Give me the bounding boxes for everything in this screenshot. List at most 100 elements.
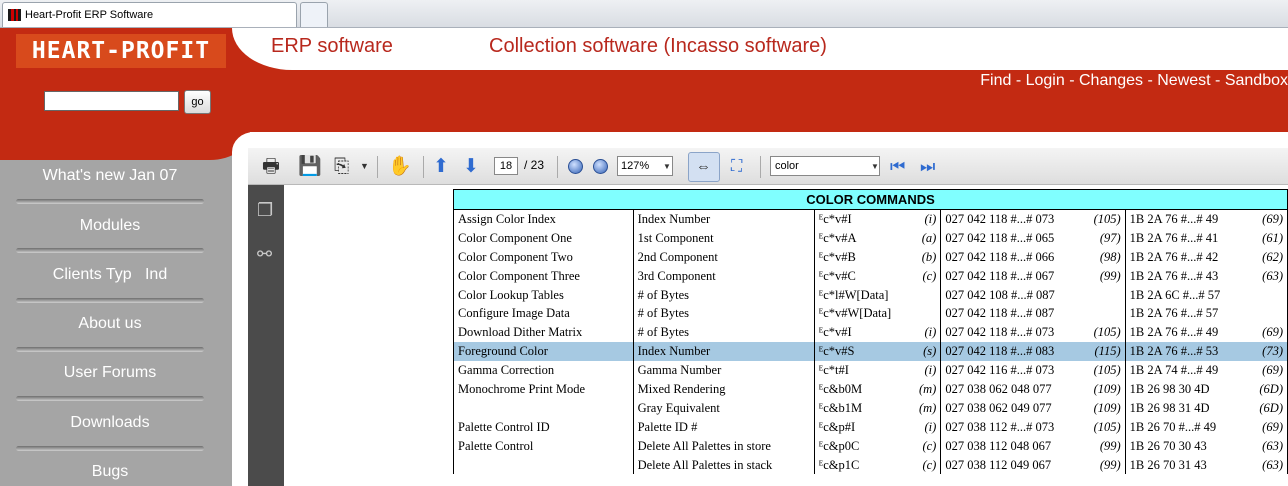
changes-link[interactable]: Changes bbox=[1079, 72, 1143, 89]
sidebar-item-bugs[interactable]: Bugs bbox=[0, 463, 220, 481]
hex-char-cell: (63) bbox=[1246, 266, 1288, 286]
parameter-cell: Mixed Rendering bbox=[632, 380, 815, 399]
browser-tab-bar: Heart-Profit ERP Software bbox=[0, 0, 1288, 28]
hex-cell: 1B 2A 76 #...# 53 bbox=[1124, 342, 1247, 362]
table-row: Color Component One 1st Component ᴱc*v#A (a… bbox=[453, 228, 1288, 248]
previous-page-icon[interactable]: ⬆ bbox=[433, 148, 449, 185]
escape-sequence-cell: ᴱc*v#W[Data] bbox=[813, 304, 908, 324]
decimal-cell: 027 038 112 #...# 073 bbox=[940, 417, 1084, 437]
sidebar-item-downloads[interactable]: Downloads bbox=[0, 414, 220, 432]
table-row: Foreground Color Index Number ᴱc*v#S (s) 027… bbox=[453, 342, 1288, 362]
header-curve bbox=[0, 132, 250, 160]
new-tab-button[interactable] bbox=[300, 2, 328, 27]
share-icon[interactable]: ⎘ bbox=[334, 148, 349, 185]
save-icon[interactable]: 💾 bbox=[298, 148, 322, 185]
browser-tab-title: Heart-Profit ERP Software bbox=[25, 9, 154, 21]
parameter-cell: # of Bytes bbox=[632, 304, 815, 324]
dropdown-arrow-icon[interactable]: ▼ bbox=[360, 148, 369, 185]
browser-tab-active[interactable]: Heart-Profit ERP Software bbox=[2, 2, 297, 27]
function-cell: Palette Control ID bbox=[453, 417, 634, 437]
parameter-cell: 2nd Component bbox=[632, 247, 815, 267]
sidebar-item-about-us[interactable]: About us bbox=[0, 315, 220, 333]
find-link[interactable]: Find bbox=[980, 72, 1011, 89]
comment-icon[interactable]: ✋ bbox=[388, 148, 412, 185]
decimal-cell: 027 042 118 #...# 073 bbox=[940, 323, 1084, 343]
zoom-in-icon[interactable] bbox=[593, 159, 608, 174]
find-dropdown-icon[interactable]: ▼ bbox=[871, 148, 879, 185]
sidebar-divider bbox=[16, 248, 204, 253]
toolbar-divider bbox=[760, 156, 761, 178]
hex-char-cell: (6D) bbox=[1246, 398, 1288, 418]
sidebar-item-user-forums[interactable]: User Forums bbox=[0, 364, 220, 382]
parameter-cell: # of Bytes bbox=[632, 285, 815, 305]
nav-separator: - bbox=[1210, 72, 1225, 89]
decimal-cell: 027 042 118 #...# 073 bbox=[940, 209, 1084, 229]
table-title: COLOR COMMANDS bbox=[453, 189, 1288, 210]
hex-cell: 1B 2A 76 #...# 49 bbox=[1124, 323, 1247, 343]
site-favicon-icon bbox=[8, 9, 21, 21]
sandbox-link[interactable]: Sandbox bbox=[1225, 72, 1288, 89]
page-number-input[interactable] bbox=[494, 157, 518, 175]
site-logo[interactable]: HEART-PROFIT bbox=[16, 34, 226, 68]
pdf-side-panel bbox=[248, 185, 284, 486]
site-search-input[interactable] bbox=[44, 91, 179, 111]
newest-link[interactable]: Newest bbox=[1157, 72, 1210, 89]
decimal-char-cell: (109) bbox=[1083, 398, 1126, 418]
login-link[interactable]: Login bbox=[1026, 72, 1065, 89]
print-icon[interactable]: 🖶 bbox=[262, 148, 280, 185]
sidebar-item-whats-new[interactable]: What's new Jan 07 bbox=[0, 167, 220, 185]
next-page-icon[interactable]: ⬇ bbox=[463, 148, 479, 185]
sidebar-divider bbox=[16, 446, 204, 451]
pages-panel-icon[interactable]: ❐ bbox=[257, 200, 273, 221]
function-cell: Color Lookup Tables bbox=[453, 285, 634, 305]
decimal-char-cell: (109) bbox=[1083, 380, 1126, 399]
zoom-dropdown-icon[interactable]: ▼ bbox=[663, 148, 671, 185]
decimal-cell: 027 038 112 049 067 bbox=[940, 455, 1084, 475]
find-next-icon[interactable]: ⏭ bbox=[920, 148, 935, 185]
hex-cell: 1B 2A 74 #...# 49 bbox=[1124, 361, 1247, 381]
hex-cell: 1B 26 70 #...# 49 bbox=[1124, 417, 1247, 437]
function-cell: Color Component Two bbox=[453, 247, 634, 267]
attachments-panel-icon[interactable]: ⚯ bbox=[257, 244, 272, 265]
nav-separator: - bbox=[1011, 72, 1026, 89]
code-char-cell: (m) bbox=[907, 380, 942, 399]
find-previous-icon[interactable]: ⏮ bbox=[890, 148, 905, 185]
table-row: Color Component Two 2nd Component ᴱc*v#B (b… bbox=[453, 247, 1288, 267]
fit-page-icon[interactable]: ⛶ bbox=[731, 148, 742, 185]
parameter-cell: # of Bytes bbox=[632, 323, 815, 343]
hex-char-cell: (69) bbox=[1246, 323, 1288, 343]
escape-sequence-cell: ᴱc&p0C bbox=[813, 436, 908, 456]
hex-cell: 1B 2A 76 #...# 57 bbox=[1124, 304, 1247, 324]
hex-char-cell: (62) bbox=[1246, 247, 1288, 267]
decimal-char-cell: (99) bbox=[1083, 266, 1126, 286]
parameter-cell: Index Number bbox=[632, 342, 815, 362]
hex-cell: 1B 26 98 31 4D bbox=[1124, 398, 1247, 418]
hex-cell: 1B 2A 76 #...# 43 bbox=[1124, 266, 1247, 286]
erp-software-link[interactable]: ERP software bbox=[271, 35, 393, 58]
decimal-cell: 027 042 118 #...# 087 bbox=[940, 304, 1084, 324]
decimal-char-cell: (98) bbox=[1083, 247, 1126, 267]
hex-cell: 1B 26 98 30 4D bbox=[1124, 380, 1247, 399]
parameter-cell: Gamma Number bbox=[632, 361, 815, 381]
toolbar-divider bbox=[557, 156, 558, 178]
escape-sequence-cell: ᴱc*v#C bbox=[813, 266, 908, 286]
hex-cell: 1B 2A 76 #...# 41 bbox=[1124, 228, 1247, 248]
zoom-out-icon[interactable] bbox=[568, 159, 583, 174]
function-cell: Color Component One bbox=[453, 228, 634, 248]
find-input[interactable] bbox=[770, 156, 880, 176]
escape-sequence-cell: ᴱc&p#I bbox=[813, 417, 908, 437]
toolbar-divider bbox=[377, 156, 378, 178]
hex-char-cell: (69) bbox=[1246, 417, 1288, 437]
search-go-button[interactable]: go bbox=[184, 90, 211, 114]
hex-char-cell: (73) bbox=[1246, 342, 1288, 362]
decimal-cell: 027 042 118 #...# 067 bbox=[940, 266, 1084, 286]
table-row: Gray Equivalent ᴱc&b1M (m) 027 038 062 049 … bbox=[453, 398, 1288, 418]
decimal-cell: 027 038 062 049 077 bbox=[940, 398, 1084, 418]
table-row: Configure Image Data # of Bytes ᴱc*v#W[Dat… bbox=[453, 304, 1288, 324]
sidebar-item-modules[interactable]: Modules bbox=[0, 217, 220, 235]
collection-software-link[interactable]: Collection software (Incasso software) bbox=[489, 35, 827, 58]
function-cell: Foreground Color bbox=[453, 342, 634, 362]
decimal-cell: 027 042 116 #...# 073 bbox=[940, 361, 1084, 381]
escape-sequence-cell: ᴱc*v#B bbox=[813, 247, 908, 267]
sidebar-item-clients[interactable]: Clients Typ Ind bbox=[0, 266, 220, 284]
